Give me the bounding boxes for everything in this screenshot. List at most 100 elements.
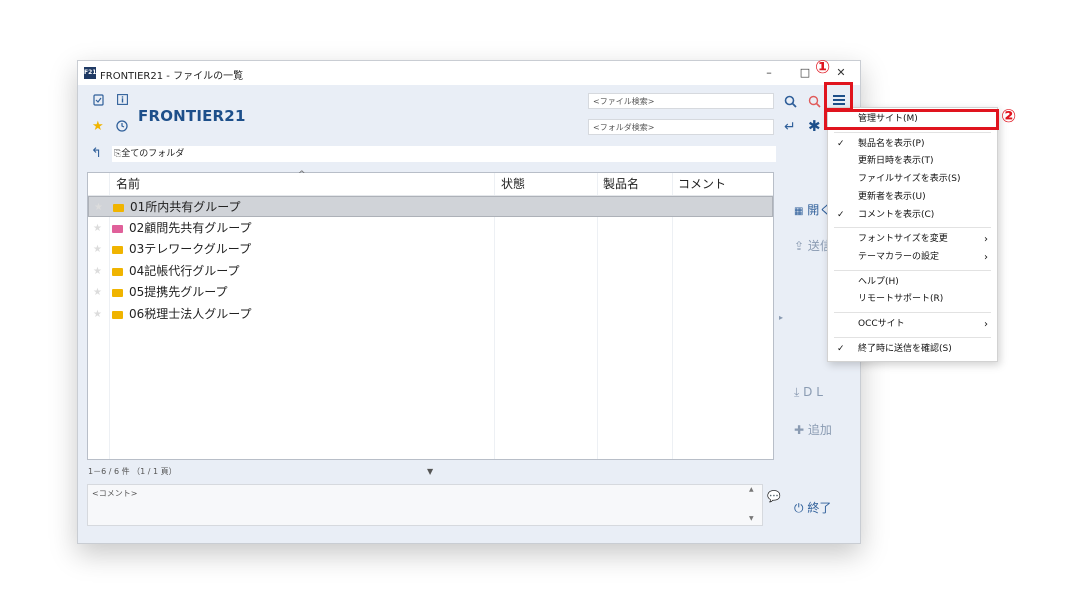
menu-item[interactable]: OCCサイト › [828,316,997,333]
window-title: FRONTIER21 - ファイルの一覧 [100,71,244,82]
asterisk-icon[interactable]: ✱ [808,117,821,135]
menu-item-label: コメントを表示(C) [858,209,935,220]
favorite-star-icon[interactable]: ★ [93,304,102,325]
column-header-comment[interactable]: コメント [678,173,726,195]
menu-item[interactable]: ファイルサイズを表示(S) [828,171,997,188]
exit-button[interactable]: ⏻ 終了 [794,499,831,516]
table-row[interactable]: ★ 01所内共有グループ [88,196,773,217]
column-header-name[interactable]: 名前 [116,173,140,195]
checkmark-icon: ✓ [837,209,845,220]
menu-item-label: 更新日時を表示(T) [858,156,934,167]
column-header-status[interactable]: 状態 [501,173,525,195]
submenu-arrow-icon: › [984,251,988,263]
row-name: 06税理士法人グループ [129,306,252,321]
table-row[interactable]: ★ 05提携先グループ [88,282,773,303]
row-name: 02顧問先共有グループ [129,220,252,235]
download-button[interactable]: ⤓ D L [794,385,823,400]
info-icon[interactable] [116,94,128,108]
favorite-star-icon[interactable]: ★ [92,119,104,134]
add-button[interactable]: ✚ 追加 [794,421,832,438]
path-label: 全てのフォルダ [121,149,185,159]
checkmark-icon: ✓ [837,343,845,354]
dropdown-arrow-icon[interactable]: ▼ [427,467,433,476]
menu-item-label: フォントサイズを変更 [858,234,948,245]
callout-two: ② [1001,106,1017,127]
folder-path-bar[interactable]: ⎘全てのフォルダ [112,146,776,162]
favorite-star-icon[interactable]: ★ [93,239,102,260]
menu-item-label: 終了時に送信を確認(S) [858,343,952,354]
comment-input[interactable]: <コメント> [87,484,763,526]
favorite-star-icon[interactable]: ★ [94,197,103,218]
sort-indicator-icon: ^ [298,170,306,180]
menu-separator [834,336,991,338]
search-clear-icon[interactable] [808,93,821,112]
menu-item[interactable]: ✓ 終了時に送信を確認(S) [828,341,997,358]
grid-icon: ▦ [794,206,804,217]
highlight-box-admin-site [824,109,999,130]
download-icon: ⤓ [794,385,800,399]
menu-separator [834,312,991,313]
scroll-up-icon[interactable]: ▲ [749,486,754,493]
menu-separator [834,131,991,133]
page-count: 1－6 / 6 件 （1 / 1 頁） [88,467,177,476]
table-row[interactable]: ★ 04記帳代行グループ [88,261,773,282]
column-header-product[interactable]: 製品名 [603,173,639,195]
folder-icon [112,289,123,297]
expand-arrow-icon[interactable]: ▸ [779,313,783,322]
folder-list[interactable]: ^ 名前 状態 製品名 コメント ★ 01所内共有グループ ★ 02顧問先共有グループ… [87,170,774,460]
search-icon[interactable] [784,93,797,112]
upload-icon: ⇪ [794,239,805,253]
menu-item[interactable]: ✓ コメントを表示(C) [828,207,997,224]
menu-item[interactable]: ✓ 製品名を表示(P) [828,136,997,153]
clock-icon[interactable] [116,120,128,135]
menu-item[interactable]: 更新日時を表示(T) [828,153,997,170]
row-name: 05提携先グループ [129,285,228,299]
menu-item-label: ファイルサイズを表示(S) [858,174,961,185]
checkmark-icon: ✓ [837,138,845,149]
menu-item[interactable]: フォントサイズを変更 › [828,231,997,248]
favorite-star-icon[interactable]: ★ [93,282,102,303]
callout-one: ① [815,57,831,78]
row-name: 03テレワークグループ [129,242,252,256]
plus-icon: ✚ [794,423,805,437]
brand-title: FRONTIER21 [138,107,246,125]
menu-item-label: OCCサイト [858,319,905,329]
favorite-star-icon[interactable]: ★ [93,261,102,282]
back-arrow-icon[interactable]: ↰ [91,146,102,161]
submenu-arrow-icon: › [984,319,988,330]
enter-icon[interactable]: ↵ [784,119,796,135]
menu-separator [834,227,991,229]
title-bar: F21 FRONTIER21 - ファイルの一覧 – □ ✕ [78,61,860,85]
folder-icon [113,204,124,212]
scroll-down-icon[interactable]: ▼ [749,515,754,522]
highlight-box-menu-button [824,82,853,111]
menu-item[interactable]: ヘルプ(H) [828,274,997,291]
table-row[interactable]: ★ 03テレワークグループ [88,239,773,260]
folder-search-input[interactable]: <フォルダ検索> [588,119,774,135]
row-name: 01所内共有グループ [130,200,241,214]
folder-icon [112,267,123,276]
favorite-star-icon[interactable]: ★ [93,218,102,239]
app-icon: F21 [84,67,96,79]
document-check-icon[interactable] [92,94,104,109]
menu-item-label: 製品名を表示(P) [858,138,925,149]
minimize-button[interactable]: – [761,65,777,81]
menu-item[interactable]: テーマカラーの設定 › [828,249,997,266]
chat-bubble-icon[interactable]: 💬 [767,490,781,503]
close-button[interactable]: ✕ [833,65,849,81]
open-button[interactable]: ▦ 開く [794,201,831,218]
maximize-button[interactable]: □ [797,65,813,81]
file-search-input[interactable]: <ファイル検索> [588,93,774,109]
menu-item[interactable]: 更新者を表示(U) [828,189,997,206]
row-name: 04記帳代行グループ [129,263,240,278]
menu-separator [834,269,991,271]
table-row[interactable]: ★ 06税理士法人グループ [88,304,773,325]
menu-item-label: ヘルプ(H) [858,276,899,287]
menu-item-label: リモートサポート(R) [858,294,944,305]
app-window: F21 FRONTIER21 - ファイルの一覧 – □ ✕ ★ FRONTIE… [77,60,861,544]
folder-icon [112,246,123,254]
submenu-arrow-icon: › [984,234,988,246]
main-menu: 管理サイト(M) ✓ 製品名を表示(P) 更新日時を表示(T) ファイルサイズを表示(S… [827,107,998,362]
menu-item[interactable]: リモートサポート(R) [828,291,997,308]
table-row[interactable]: ★ 02顧問先共有グループ [88,218,773,239]
